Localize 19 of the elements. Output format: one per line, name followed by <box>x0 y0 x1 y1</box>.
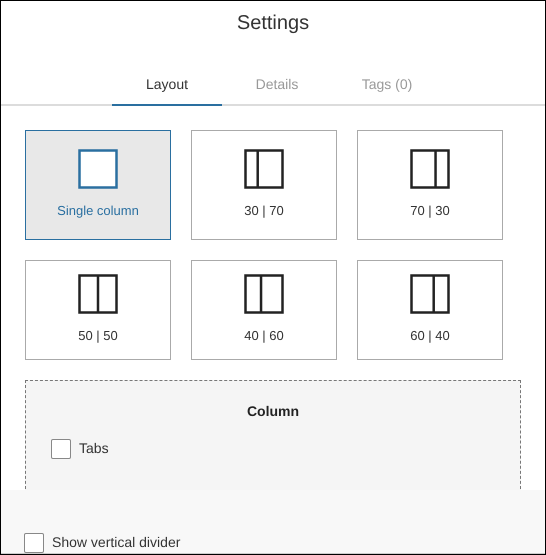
layout-option[interactable]: 40 | 60 <box>191 260 337 360</box>
layout-option[interactable]: 60 | 40 <box>357 260 503 360</box>
checkbox-label: Show vertical divider <box>52 533 180 552</box>
two-column-icon <box>244 274 284 314</box>
layout-option[interactable]: 30 | 70 <box>191 130 337 240</box>
panel-title: Column <box>246 402 300 421</box>
window-title: Settings <box>236 11 310 36</box>
checkbox[interactable] <box>51 438 71 458</box>
two-column-icon <box>410 149 450 190</box>
square-icon <box>78 149 118 190</box>
layout-option[interactable]: 70 | 30 <box>357 130 503 240</box>
checkbox[interactable] <box>24 532 44 552</box>
layout-option[interactable]: 50 | 50 <box>25 260 171 360</box>
tab[interactable]: Layout <box>112 74 222 106</box>
two-column-icon <box>410 274 450 314</box>
two-column-icon <box>78 274 118 314</box>
checkbox-label: Tabs <box>79 439 109 458</box>
two-column-icon <box>244 149 284 190</box>
layout-option[interactable]: Single column <box>25 130 171 240</box>
